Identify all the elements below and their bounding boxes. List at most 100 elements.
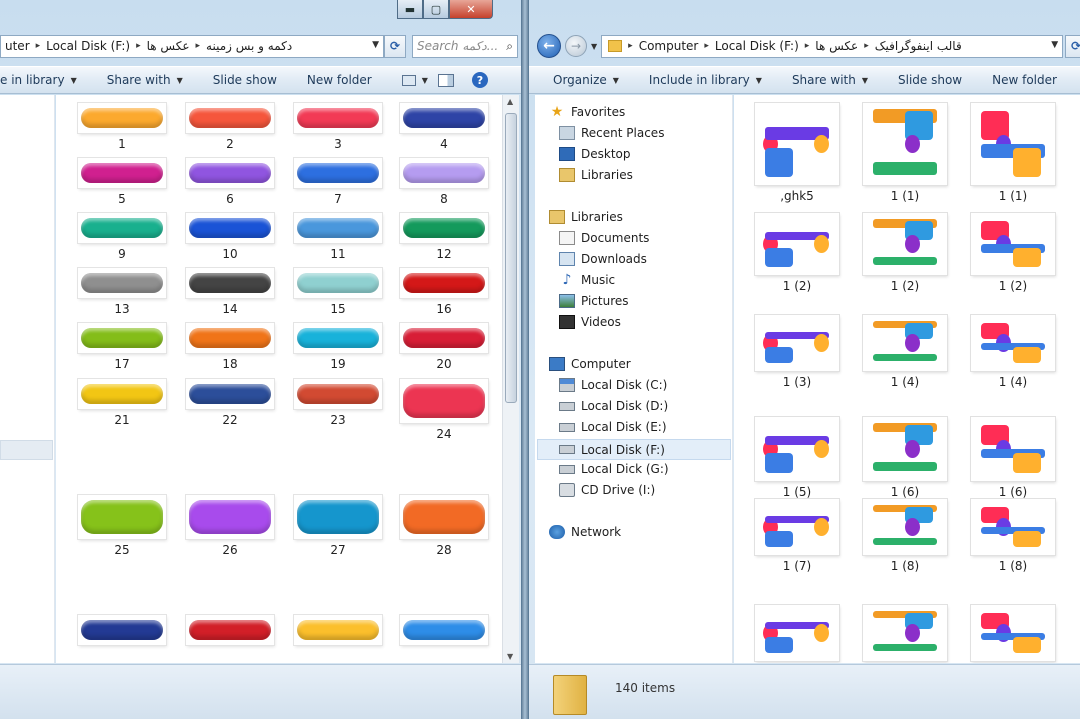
recent-pages-dropdown-icon[interactable]: ▼ <box>591 42 597 51</box>
button-file-item[interactable] <box>292 615 384 649</box>
button-file-item[interactable]: 28 <box>398 495 490 557</box>
address-dropdown-icon[interactable]: ▼ <box>372 40 379 50</box>
slide-show-button[interactable]: Slide show <box>213 73 277 87</box>
back-arrow-icon[interactable]: ← <box>537 34 561 58</box>
search-input[interactable]: Search دکمه... ⌕ <box>412 34 518 58</box>
nav-cd-drive[interactable]: CD Drive (I:) <box>559 483 655 497</box>
infographic-file-item[interactable] <box>855 605 955 663</box>
nav-desktop[interactable]: Desktop <box>559 147 631 161</box>
button-file-item[interactable]: 25 <box>76 495 168 557</box>
button-file-item[interactable]: 23 <box>292 379 384 427</box>
nav-disk-e[interactable]: Local Disk (E:) <box>559 420 667 434</box>
close-button[interactable]: ✕ <box>449 0 493 19</box>
share-with-menu[interactable]: Share with ▼ <box>107 73 183 87</box>
crumb-infographic-folder[interactable]: قالب اینفوگرافیک <box>875 39 962 53</box>
button-file-item[interactable]: 8 <box>398 158 490 206</box>
infographic-file-item[interactable]: ,ghk5 <box>747 103 847 203</box>
button-file-item[interactable]: 5 <box>76 158 168 206</box>
button-file-item[interactable]: 18 <box>184 323 276 371</box>
organize-menu[interactable]: Organize ▼ <box>553 73 619 87</box>
nav-computer[interactable]: Computer <box>549 357 631 371</box>
include-in-library-menu[interactable]: Include in library ▼ <box>649 73 762 87</box>
crumb-local-disk-f[interactable]: Local Disk (F:) <box>46 39 130 53</box>
button-file-item[interactable]: 13 <box>76 268 168 316</box>
crumb-buttons-folder[interactable]: دکمه و بس زمینه <box>206 39 292 53</box>
infographic-file-item[interactable]: 1 (6) <box>963 417 1063 499</box>
button-file-item[interactable]: 19 <box>292 323 384 371</box>
nav-pictures[interactable]: Pictures <box>559 294 629 308</box>
nav-disk-d[interactable]: Local Disk (D:) <box>559 399 668 413</box>
forward-arrow-icon[interactable]: → <box>565 35 587 57</box>
infographic-file-item[interactable]: 1 (3) <box>747 315 847 389</box>
nav-libraries-favorite[interactable]: Libraries <box>559 168 633 182</box>
nav-videos[interactable]: Videos <box>559 315 621 329</box>
button-file-item[interactable]: 3 <box>292 103 384 151</box>
button-file-item[interactable] <box>398 615 490 649</box>
button-file-item[interactable]: 27 <box>292 495 384 557</box>
nav-downloads[interactable]: Downloads <box>559 252 647 266</box>
infographic-file-item[interactable]: 1 (4) <box>855 315 955 389</box>
button-file-item[interactable]: 12 <box>398 213 490 261</box>
button-file-item[interactable]: 9 <box>76 213 168 261</box>
left-vertical-scrollbar[interactable]: ▲ ▼ <box>502 95 519 663</box>
button-file-item[interactable]: 14 <box>184 268 276 316</box>
button-file-item[interactable]: 22 <box>184 379 276 427</box>
infographic-file-item[interactable]: 1 (2) <box>963 213 1063 293</box>
button-file-item[interactable]: 7 <box>292 158 384 206</box>
infographic-file-item[interactable]: 1 (6) <box>855 417 955 499</box>
crumb-separator-icon[interactable]: ▸ <box>36 41 41 51</box>
nav-recent-places[interactable]: Recent Places <box>559 126 664 140</box>
new-folder-button[interactable]: New folder <box>992 73 1057 87</box>
infographic-file-item[interactable]: 1 (2) <box>855 213 955 293</box>
crumb-computer[interactable]: Computer <box>639 39 699 53</box>
address-dropdown-icon[interactable]: ▼ <box>1051 40 1058 50</box>
button-file-item[interactable]: 21 <box>76 379 168 427</box>
infographic-file-item[interactable] <box>963 605 1063 663</box>
crumb-computer[interactable]: uter <box>5 39 30 53</box>
infographic-file-item[interactable]: 1 (5) <box>747 417 847 499</box>
nav-libraries[interactable]: Libraries <box>549 210 623 224</box>
nav-music[interactable]: ♪ Music <box>559 272 616 288</box>
crumb-local-disk-f[interactable]: Local Disk (F:) <box>715 39 799 53</box>
crumb-separator-icon[interactable]: ▸ <box>805 41 810 51</box>
infographic-file-item[interactable]: 1 (7) <box>747 499 847 573</box>
nav-selected-item[interactable] <box>0 440 53 460</box>
button-file-item[interactable]: 11 <box>292 213 384 261</box>
nav-disk-g[interactable]: Local Dick (G:) <box>559 462 669 476</box>
crumb-pictures-folder[interactable]: عکس ها <box>815 39 858 53</box>
button-file-item[interactable]: 15 <box>292 268 384 316</box>
button-file-item[interactable]: 10 <box>184 213 276 261</box>
preview-pane-button[interactable] <box>437 73 454 87</box>
maximize-button[interactable]: ▢ <box>423 0 449 19</box>
button-file-item[interactable] <box>184 615 276 649</box>
scroll-up-icon[interactable]: ▲ <box>507 97 513 106</box>
crumb-separator-icon[interactable]: ▸ <box>704 41 709 51</box>
new-folder-button[interactable]: New folder <box>307 73 372 87</box>
button-file-item[interactable]: 26 <box>184 495 276 557</box>
scroll-thumb[interactable] <box>505 113 517 403</box>
help-button[interactable]: ? <box>471 72 488 88</box>
minimize-button[interactable]: ▬ <box>397 0 423 19</box>
nav-favorites[interactable]: ★ Favorites <box>549 104 626 120</box>
refresh-button[interactable]: ⟳ <box>384 34 406 58</box>
button-file-item[interactable]: 24 <box>398 379 490 441</box>
crumb-separator-icon[interactable]: ▸ <box>864 41 869 51</box>
infographic-file-item[interactable]: 1 (2) <box>747 213 847 293</box>
left-address-bar[interactable]: uter ▸ Local Disk (F:) ▸ عکس ها ▸ دکمه و… <box>0 34 384 58</box>
button-file-item[interactable]: 4 <box>398 103 490 151</box>
crumb-separator-icon[interactable]: ▸ <box>628 41 633 51</box>
infographic-file-item[interactable]: 1 (4) <box>963 315 1063 389</box>
crumb-pictures-folder[interactable]: عکس ها <box>147 39 190 53</box>
infographic-file-item[interactable]: 1 (8) <box>855 499 955 573</box>
button-file-item[interactable]: 2 <box>184 103 276 151</box>
right-address-bar[interactable]: ▸ Computer ▸ Local Disk (F:) ▸ عکس ها ▸ … <box>601 34 1064 58</box>
button-file-item[interactable] <box>76 615 168 649</box>
scroll-down-icon[interactable]: ▼ <box>507 652 513 661</box>
infographic-file-item[interactable] <box>747 605 847 663</box>
change-view-button[interactable]: ▼ <box>401 74 428 86</box>
button-file-item[interactable]: 20 <box>398 323 490 371</box>
button-file-item[interactable]: 6 <box>184 158 276 206</box>
nav-documents[interactable]: Documents <box>559 231 649 245</box>
crumb-separator-icon[interactable]: ▸ <box>195 41 200 51</box>
slide-show-button[interactable]: Slide show <box>898 73 962 87</box>
